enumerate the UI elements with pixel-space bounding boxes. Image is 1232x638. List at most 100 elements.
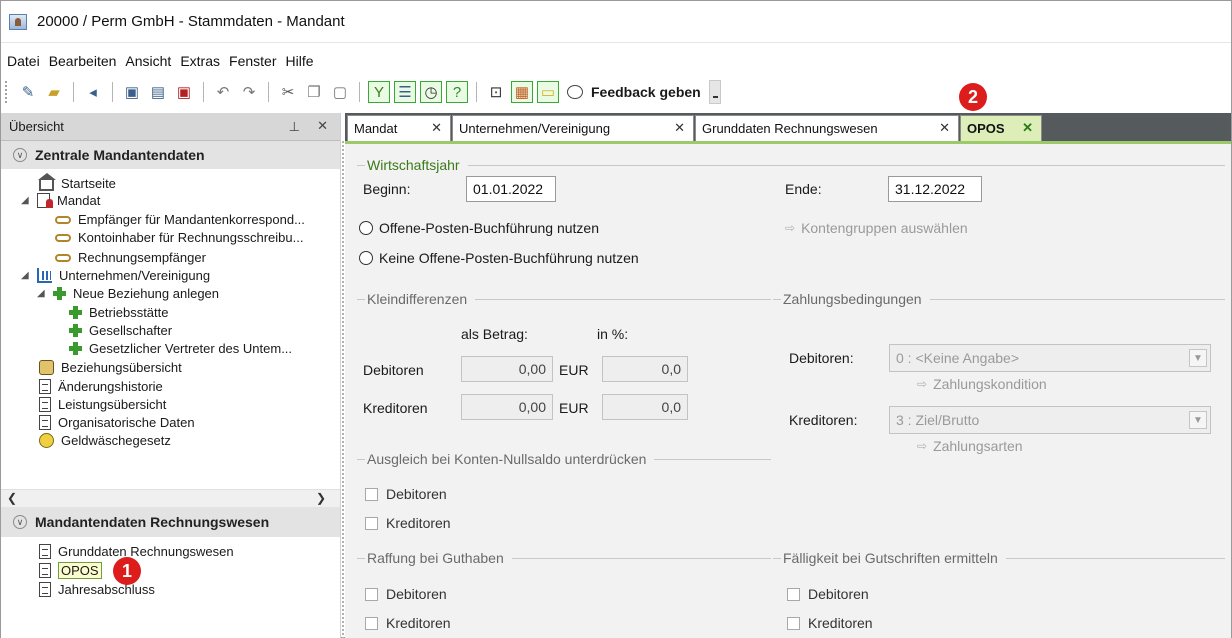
arrow-right-icon: ⇨	[917, 377, 928, 391]
tree-item-label: Jahresabschluss	[58, 582, 155, 597]
clock-icon[interactable]: ◷	[420, 81, 442, 103]
kd-debitoren-prozent[interactable]: 0,0	[602, 356, 688, 382]
select-value: 0 : <Keine Angabe>	[896, 350, 1019, 366]
tree-item-grunddaten-rechnungswesen[interactable]: Grunddaten Rechnungswesen	[39, 543, 234, 560]
chevron-down-icon[interactable]: ▼	[1189, 411, 1207, 429]
tab-unternehmen-vereinigung[interactable]: Unternehmen/Vereinigung ✕	[452, 115, 694, 141]
tab-grunddaten-rechnungswesen[interactable]: Grunddaten Rechnungswesen ✕	[695, 115, 959, 141]
checkbox-box	[787, 587, 800, 601]
toolbar-grip[interactable]	[5, 81, 9, 103]
menu-ansicht[interactable]: Ansicht	[125, 53, 171, 69]
close-icon[interactable]: ✕	[939, 120, 950, 136]
zb-debitoren-select[interactable]: 0 : <Keine Angabe> ▼	[889, 344, 1211, 372]
zahlungsarten-link[interactable]: ⇨ Zahlungsarten	[917, 438, 1023, 454]
menu-hilfe[interactable]: Hilfe	[285, 53, 313, 69]
pin-icon[interactable]: ⊥	[289, 119, 300, 135]
checkbox-box	[365, 587, 378, 601]
tab-opos[interactable]: OPOS ✕	[960, 115, 1042, 141]
scroll-right-icon[interactable]: ❯	[316, 491, 326, 505]
checkbox-label: Debitoren	[386, 486, 447, 502]
tree-item-leistungsuebersicht[interactable]: Leistungsübersicht	[39, 396, 166, 413]
cut-icon[interactable]: ✂	[277, 81, 299, 103]
report-icon[interactable]: ▦	[511, 81, 533, 103]
col-betrag-label: als Betrag:	[461, 326, 528, 342]
expand-icon[interactable]: ◢	[21, 195, 33, 206]
title-bar: 20000 / Perm GmbH - Stammdaten - Mandant	[1, 1, 1231, 43]
raffung-kreditoren-checkbox[interactable]: Kreditoren	[365, 615, 451, 631]
beginn-field[interactable]: 01.01.2022	[466, 176, 556, 202]
undo-icon[interactable]: ↶	[212, 81, 234, 103]
tree-item-mandat[interactable]: ◢ Mandat	[21, 192, 100, 209]
expand-icon[interactable]: ◢	[21, 270, 33, 281]
menu-extras[interactable]: Extras	[180, 53, 220, 69]
tab-mandat[interactable]: Mandat ✕	[347, 115, 451, 141]
tree-icon[interactable]: Y	[368, 81, 390, 103]
menu-bearbeiten[interactable]: Bearbeiten	[49, 53, 117, 69]
new-icon[interactable]: ✎	[17, 81, 39, 103]
tree-item-geldwaeschegesetz[interactable]: Geldwäschegesetz	[39, 432, 171, 449]
list-icon[interactable]: ☰	[394, 81, 416, 103]
tree-item-organisatorische-daten[interactable]: Organisatorische Daten	[39, 414, 195, 431]
faelligkeit-debitoren-checkbox[interactable]: Debitoren	[787, 586, 869, 602]
tree-item-empfaenger[interactable]: Empfänger für Mandantenkorrespond...	[55, 211, 305, 228]
copy-icon[interactable]: ❐	[303, 81, 325, 103]
group-title: Kleindifferenzen	[367, 291, 468, 307]
back-icon[interactable]: ◂	[82, 81, 104, 103]
ausgleich-kreditoren-checkbox[interactable]: Kreditoren	[365, 515, 451, 531]
tree-item-betriebsstaette[interactable]: Betriebsstätte	[69, 304, 169, 321]
tree-item-jahresabschluss[interactable]: Jahresabschluss	[39, 581, 155, 598]
expand-icon[interactable]: ◢	[37, 288, 49, 299]
redo-icon[interactable]: ↷	[238, 81, 260, 103]
currency-label: EUR	[559, 400, 589, 416]
zahlungskondition-link[interactable]: ⇨ Zahlungskondition	[917, 376, 1047, 392]
scroll-left-icon[interactable]: ❮	[7, 491, 17, 505]
tree-item-gesellschafter[interactable]: Gesellschafter	[69, 322, 172, 339]
tree-item-rechnungsempfaenger[interactable]: Rechnungsempfänger	[55, 249, 206, 266]
kd-debitoren-betrag[interactable]: 0,00	[461, 356, 553, 382]
close-icon[interactable]: ✕	[317, 118, 328, 134]
radio-opos-nutzen[interactable]: Offene-Posten-Buchführung nutzen	[359, 220, 599, 236]
tree-item-unternehmen[interactable]: ◢ Unternehmen/Vereinigung	[21, 267, 210, 284]
delete-icon[interactable]: ▣	[173, 81, 195, 103]
section-zentrale-mandantendaten[interactable]: ∨ Zentrale Mandantendaten	[1, 141, 340, 169]
radio-circle	[359, 251, 373, 265]
tree-item-opos[interactable]: OPOS	[39, 562, 102, 579]
tree-item-aenderungshistorie[interactable]: Änderungshistorie	[39, 378, 163, 395]
horizontal-scrollbar[interactable]: ❮ ❯	[1, 489, 340, 507]
help-icon[interactable]: ?	[446, 81, 468, 103]
close-icon[interactable]: ✕	[1022, 120, 1033, 136]
id-card-icon[interactable]: ⊡	[485, 81, 507, 103]
tree-item-kontoinhaber[interactable]: Kontoinhaber für Rechnungsschreibu...	[55, 229, 303, 246]
menu-datei[interactable]: Datei	[7, 53, 40, 69]
section-mandantendaten-rechnungswesen[interactable]: ∨ Mandantendaten Rechnungswesen	[1, 507, 340, 537]
kd-kreditoren-prozent[interactable]: 0,0	[602, 394, 688, 420]
save-icon[interactable]: ▣	[121, 81, 143, 103]
radio-keine-opos[interactable]: Keine Offene-Posten-Buchführung nutzen	[359, 250, 639, 266]
chevron-down-icon[interactable]: ▼	[1189, 349, 1207, 367]
note-icon[interactable]: ▭	[537, 81, 559, 103]
ende-field[interactable]: 31.12.2022	[888, 176, 982, 202]
faelligkeit-kreditoren-checkbox[interactable]: Kreditoren	[787, 615, 873, 631]
group-title: Raffung bei Guthaben	[367, 550, 504, 566]
kd-kreditoren-betrag[interactable]: 0,00	[461, 394, 553, 420]
currency-label: EUR	[559, 362, 589, 378]
raffung-debitoren-checkbox[interactable]: Debitoren	[365, 586, 447, 602]
ausgleich-debitoren-checkbox[interactable]: Debitoren	[365, 486, 447, 502]
group-title: Zahlungsbedingungen	[783, 291, 922, 307]
zb-kreditoren-select[interactable]: 3 : Ziel/Brutto ▼	[889, 406, 1211, 434]
menu-fenster[interactable]: Fenster	[229, 53, 276, 69]
toolbar-overflow-button[interactable]	[708, 80, 721, 104]
tab-label: Unternehmen/Vereinigung	[459, 121, 611, 136]
save-all-icon[interactable]: ▤	[147, 81, 169, 103]
close-icon[interactable]: ✕	[674, 120, 685, 136]
paste-icon[interactable]: ▢	[329, 81, 351, 103]
tree-item-startseite[interactable]: Startseite	[38, 173, 116, 192]
tree-item-label: Empfänger für Mandantenkorrespond...	[78, 212, 305, 227]
tree-item-gesetzlicher-vertreter[interactable]: Gesetzlicher Vertreter des Untem...	[69, 340, 292, 357]
close-icon[interactable]: ✕	[431, 120, 442, 136]
feedback-button[interactable]: Feedback geben	[567, 84, 701, 100]
kontengruppen-link[interactable]: ⇨ Kontengruppen auswählen	[785, 220, 968, 236]
tree-item-beziehungsuebersicht[interactable]: Beziehungsübersicht	[39, 359, 182, 376]
tree-item-neue-beziehung[interactable]: ◢ Neue Beziehung anlegen	[37, 285, 219, 302]
open-icon[interactable]: ▰	[43, 81, 65, 103]
